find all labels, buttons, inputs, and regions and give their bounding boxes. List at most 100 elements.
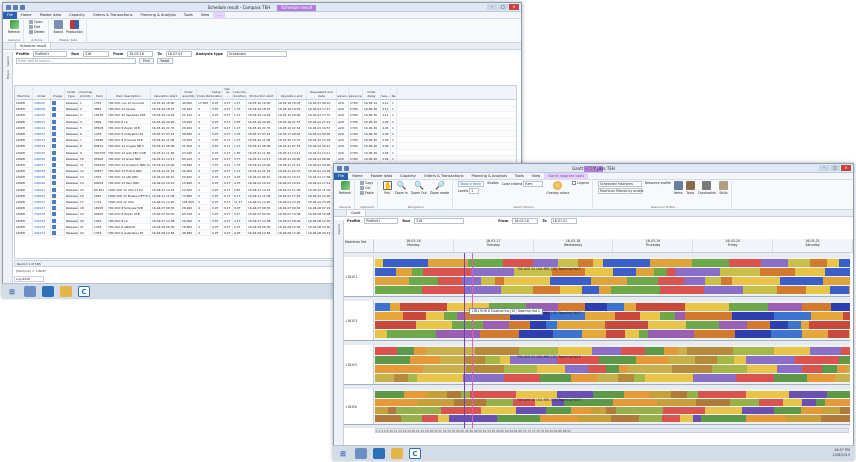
operation-bar[interactable] bbox=[786, 415, 821, 422]
operation-bar[interactable] bbox=[410, 356, 440, 364]
operation-bar[interactable] bbox=[639, 330, 648, 338]
operation-bar[interactable] bbox=[571, 374, 597, 382]
operation-bar[interactable] bbox=[497, 415, 540, 422]
operation-bar[interactable] bbox=[831, 303, 850, 311]
operation-bar[interactable] bbox=[809, 321, 850, 329]
operation-bar[interactable] bbox=[480, 330, 519, 338]
operation-bar[interactable] bbox=[613, 399, 657, 406]
operation-bar[interactable] bbox=[640, 312, 660, 320]
operation-bar[interactable] bbox=[746, 415, 786, 422]
operation-bar[interactable] bbox=[606, 365, 619, 373]
operation-bar[interactable] bbox=[588, 365, 606, 373]
operation-bar[interactable] bbox=[591, 277, 627, 285]
edit-button[interactable]: Edit bbox=[29, 25, 44, 29]
operation-bar[interactable] bbox=[503, 259, 533, 267]
ribbon-tab[interactable]: View bbox=[528, 173, 545, 180]
operation-bar[interactable] bbox=[645, 374, 693, 382]
operation-bar[interactable] bbox=[504, 277, 550, 285]
operation-bar[interactable] bbox=[375, 407, 388, 414]
timeline-scrollbar[interactable]: 1 2 4 6 8 10 12 14 16 18 20 22 24 26 28 … bbox=[375, 428, 849, 433]
operation-bar[interactable] bbox=[615, 312, 640, 320]
operation-bar[interactable] bbox=[733, 347, 774, 355]
operation-bar[interactable] bbox=[606, 407, 616, 414]
color-criteria-select[interactable]: Item bbox=[523, 181, 544, 187]
operation-bar[interactable] bbox=[802, 330, 828, 338]
save-icon[interactable] bbox=[6, 5, 11, 10]
operation-bar[interactable] bbox=[619, 365, 627, 373]
board-button[interactable]: Board bbox=[54, 20, 63, 34]
operation-bar[interactable] bbox=[375, 303, 390, 311]
shades-toggle[interactable]: Shades bbox=[487, 181, 499, 185]
zoom-mode-button[interactable]: 🔎 Zoom mode bbox=[430, 181, 449, 195]
ribbon-tab[interactable]: Orders & Transactions bbox=[420, 173, 468, 180]
operation-bar[interactable] bbox=[585, 312, 615, 320]
operation-bar[interactable] bbox=[585, 268, 613, 276]
operation-bar[interactable] bbox=[746, 356, 795, 364]
sidebar-filters[interactable]: Filters bbox=[6, 70, 10, 79]
table-cell[interactable]: 249131 bbox=[33, 229, 51, 236]
operation-bar[interactable] bbox=[692, 259, 729, 267]
operation-bar[interactable] bbox=[403, 312, 426, 320]
operation-bar[interactable] bbox=[401, 415, 422, 422]
table-cell[interactable]: 249034 bbox=[33, 143, 51, 149]
ribbon-tab[interactable]: Master data bbox=[367, 173, 397, 180]
overlay-colors-button[interactable]: Overlay colors bbox=[546, 181, 569, 195]
operation-bar[interactable] bbox=[843, 312, 850, 320]
ribbon-tab[interactable]: Capacity bbox=[396, 173, 420, 180]
operation-bar[interactable] bbox=[582, 330, 606, 338]
operation-bar[interactable] bbox=[533, 259, 558, 267]
operation-bar[interactable] bbox=[565, 365, 588, 373]
operation-bar[interactable] bbox=[396, 407, 441, 414]
operation-bar[interactable] bbox=[789, 391, 827, 398]
maximize-button[interactable]: □ bbox=[498, 4, 508, 10]
column-header[interactable]: Production start bbox=[247, 86, 277, 99]
tab-gantt[interactable]: Gantt bbox=[346, 209, 366, 216]
operation-bar[interactable] bbox=[625, 330, 639, 338]
run-select[interactable]: 316 bbox=[414, 218, 465, 224]
operation-bar[interactable] bbox=[822, 365, 837, 373]
zoom-out-button[interactable]: 🔍 Zoom Out bbox=[411, 181, 427, 195]
minimize-button[interactable]: – bbox=[819, 165, 829, 171]
profile-select[interactable]: Profile01 bbox=[364, 218, 399, 224]
operation-bar[interactable] bbox=[624, 391, 650, 398]
to-date-field[interactable]: 18-07-01 bbox=[550, 218, 577, 224]
operation-bar[interactable] bbox=[795, 268, 825, 276]
ribbon-tab[interactable]: File bbox=[3, 11, 18, 19]
operation-bar[interactable] bbox=[428, 391, 447, 398]
column-header[interactable]: Sequen... bbox=[337, 86, 349, 99]
ribbon-tab[interactable]: Tools bbox=[180, 12, 197, 19]
column-header[interactable]: Sequence... bbox=[349, 86, 363, 99]
operation-bar[interactable] bbox=[375, 399, 417, 406]
operation-bar[interactable] bbox=[558, 259, 578, 267]
levels-field[interactable]: 1 bbox=[469, 188, 480, 194]
show-criteria-select[interactable]: Show criteria bbox=[458, 181, 485, 187]
ribbon-tab[interactable]: ... bbox=[213, 11, 225, 19]
operation-bar[interactable] bbox=[417, 374, 463, 382]
items-button[interactable]: Items bbox=[673, 181, 683, 195]
undo-icon[interactable] bbox=[13, 5, 18, 10]
operation-bar[interactable] bbox=[412, 268, 423, 276]
operation-bar[interactable] bbox=[557, 321, 605, 329]
operation-bar[interactable] bbox=[426, 347, 475, 355]
operation-bar[interactable] bbox=[537, 365, 565, 373]
operation-bar[interactable] bbox=[470, 391, 516, 398]
operation-bar[interactable] bbox=[428, 259, 468, 267]
operation-bar[interactable] bbox=[540, 374, 571, 382]
operation-bar[interactable] bbox=[599, 356, 636, 364]
column-header[interactable]: Requested end date bbox=[307, 86, 337, 99]
operation-bar[interactable] bbox=[660, 312, 675, 320]
operation-bar[interactable] bbox=[839, 259, 850, 267]
profile-select[interactable]: Profile01 bbox=[33, 51, 68, 57]
operation-bar[interactable] bbox=[553, 330, 582, 338]
context-tab[interactable]: Gantt bbox=[583, 166, 604, 172]
operation-bar[interactable] bbox=[849, 286, 850, 294]
gantt-lane[interactable]: LIN1E5 700 AVO 12 USA NRC [1E] Tapering H… bbox=[344, 345, 850, 385]
operation-bar[interactable] bbox=[618, 374, 634, 382]
operation-bar[interactable] bbox=[827, 259, 839, 267]
analysis-type-select[interactable]: Scheduled bbox=[226, 51, 287, 57]
operation-bar[interactable] bbox=[795, 356, 839, 364]
constraints-button[interactable]: Constraints bbox=[698, 181, 716, 195]
operation-bar[interactable] bbox=[417, 399, 454, 406]
operation-bar[interactable] bbox=[823, 277, 850, 285]
redo-icon[interactable] bbox=[20, 5, 25, 10]
